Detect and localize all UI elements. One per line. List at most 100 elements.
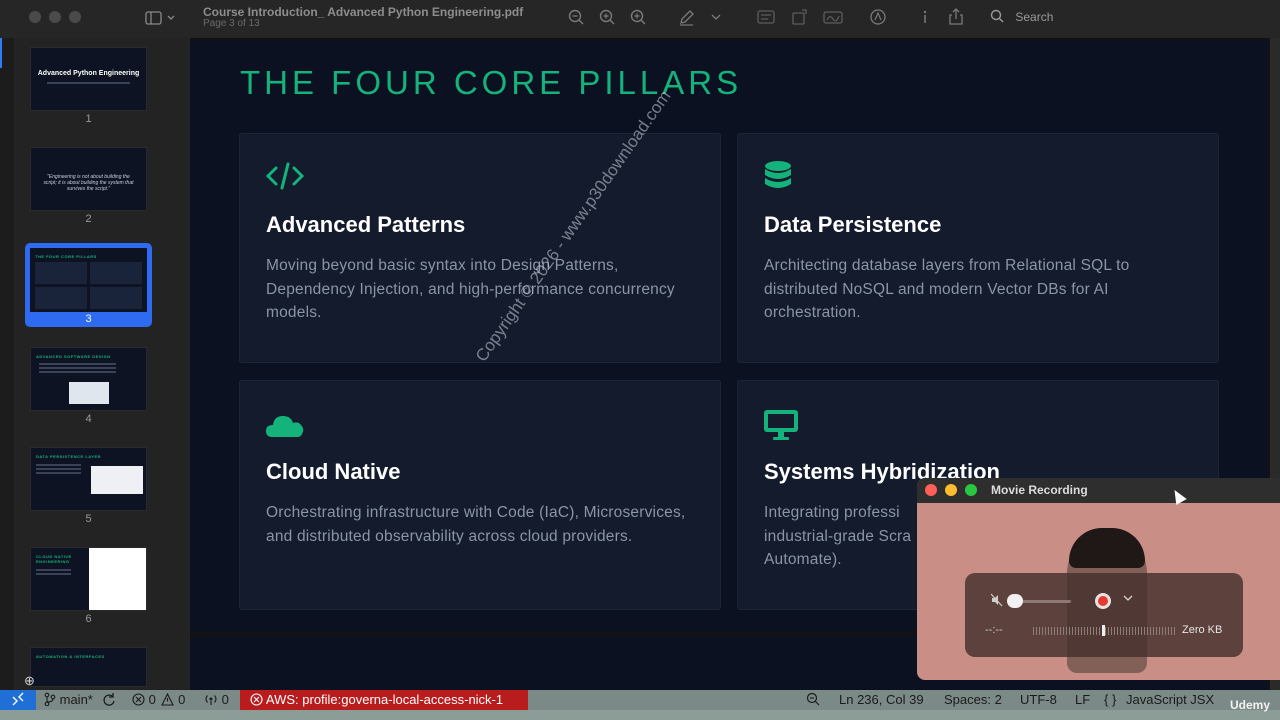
sync-button[interactable] [102, 692, 116, 708]
zoom-window-button[interactable] [69, 11, 81, 23]
thumbnail-number: 1 [85, 113, 92, 125]
thumbnail-page-4[interactable]: ADVANCED SOFTWARE DESIGN [30, 347, 147, 411]
git-branch-icon [44, 692, 56, 707]
title-bar: Course Introduction_ Advanced Python Eng… [0, 0, 1280, 38]
thumbnail-heading: DATA PERSISTENCE LAYER [36, 454, 102, 459]
thumbnail-line [36, 573, 71, 575]
markup-button[interactable] [676, 6, 696, 28]
thumbnail-card [35, 262, 87, 284]
zoom-out-icon [568, 9, 584, 25]
zoom-icon [806, 692, 820, 706]
thumbnail-page-6[interactable]: CLOUD NATIVE ENGINEERING [30, 547, 147, 611]
card-body: Orchestrating infrastructure with Code (… [266, 504, 686, 545]
aws-profile-label: AWS: profile:governa-local-access-nick-1 [265, 692, 504, 707]
card-body: Moving beyond basic syntax into Design P… [266, 257, 675, 321]
search-label: Search [1015, 10, 1054, 24]
language-mode[interactable]: JavaScript JSX [1126, 692, 1214, 708]
thumbnail-preview: THE FOUR CORE PILLARS [30, 248, 147, 312]
recording-size: Zero KB [1182, 624, 1223, 636]
close-window-button[interactable] [29, 11, 41, 23]
rotate-button[interactable] [790, 6, 810, 28]
thumbnail-card [90, 262, 142, 284]
thumbnail-number: 3 [85, 313, 92, 325]
chevron-down-icon [1123, 595, 1133, 601]
braces-indicator[interactable]: { } [1104, 692, 1116, 708]
card-body: Integrating professi industrial-grade Sc… [764, 504, 912, 568]
error-icon [132, 693, 145, 706]
pen-icon [680, 10, 694, 26]
cursor-position[interactable]: Ln 236, Col 39 [839, 692, 924, 708]
card-body: Architecting database layers from Relati… [764, 257, 1130, 321]
annotate-button[interactable] [868, 6, 888, 28]
recording-time: --:-- [985, 624, 1003, 636]
pillar-card-cloud-native: Cloud Native Orchestrating infrastructur… [239, 380, 721, 610]
screen: Course Introduction_ Advanced Python Eng… [0, 0, 1280, 720]
card-title: Advanced Patterns [266, 212, 466, 237]
remote-indicator[interactable] [0, 690, 36, 710]
thumbnail-number: 6 [85, 613, 92, 625]
rotate-icon [792, 9, 807, 25]
add-circle-icon[interactable]: ⊕ [24, 673, 35, 689]
markup-menu-button[interactable] [708, 6, 724, 28]
info-button[interactable] [916, 6, 934, 28]
ports-count: 0 [221, 692, 229, 707]
record-icon [1098, 596, 1108, 606]
thumbnail-page-7[interactable]: AUTOMATION & INTERFACES [30, 647, 147, 687]
cloud-icon [266, 407, 306, 441]
thumbnail-card [35, 287, 87, 309]
movie-minimize-button[interactable] [945, 484, 957, 496]
signature-button[interactable] [822, 6, 844, 28]
thumbnail-page-5[interactable]: DATA PERSISTENCE LAYER [30, 447, 147, 511]
thumbnail-line [39, 363, 116, 365]
search-icon [990, 9, 1004, 23]
zoom-out-button[interactable] [566, 6, 586, 28]
thumbnail-page-1[interactable]: Advanced Python Engineering [30, 47, 147, 111]
problems-indicator[interactable]: 0 0 [132, 692, 185, 708]
card-title: Cloud Native [266, 459, 401, 484]
encoding-setting[interactable]: UTF-8 [1020, 692, 1057, 708]
thumbnail-line [36, 468, 81, 470]
recording-controls: --:-- Zero KB [965, 573, 1243, 657]
minimize-window-button[interactable] [49, 11, 61, 23]
card-title: Data Persistence [764, 212, 942, 237]
zoom-in-button[interactable] [597, 6, 617, 28]
zoom-icon [630, 9, 646, 25]
thumbnail-card [90, 287, 142, 309]
thumbnail-heading: THE FOUR CORE PILLARS [35, 254, 97, 259]
indentation-setting[interactable]: Spaces: 2 [944, 692, 1002, 708]
thumbnail-number: 2 [85, 213, 92, 225]
volume-slider-knob[interactable] [1007, 594, 1023, 608]
movie-close-button[interactable] [925, 484, 937, 496]
movie-zoom-button[interactable] [965, 484, 977, 496]
movie-title-bar[interactable]: Movie Recording [917, 478, 1280, 503]
line-ending-setting[interactable]: LF [1075, 692, 1090, 708]
thumbnail-line [36, 464, 81, 466]
document-title: Course Introduction_ Advanced Python Eng… [203, 5, 524, 19]
thumbnail-line [39, 371, 116, 373]
thumbnail-page-3-selected[interactable]: THE FOUR CORE PILLARS 3 [25, 243, 152, 327]
thumbnail-quote: "Engineering is not about building the s… [43, 174, 134, 192]
thumbnail-number: 4 [85, 413, 92, 425]
warning-icon [161, 692, 175, 706]
thumbnail-heading: CLOUD NATIVE ENGINEERING [36, 554, 72, 564]
zoom-status-button[interactable] [806, 692, 820, 708]
share-button[interactable] [946, 6, 966, 28]
code-icon [265, 160, 306, 194]
thumbnail-page-2[interactable]: "Engineering is not about building the s… [30, 147, 147, 211]
highlight-button[interactable] [756, 6, 776, 28]
movie-recording-window[interactable]: Movie Recording --:-- Zero KB [917, 478, 1280, 680]
error-count: 0 [148, 692, 156, 707]
sidebar-toggle-button[interactable] [144, 8, 180, 28]
thumbnail-image [91, 466, 143, 494]
share-icon [949, 8, 963, 25]
branch-indicator[interactable]: main* [44, 692, 93, 708]
gutter-accent [0, 38, 2, 68]
ports-indicator[interactable]: 0 [204, 692, 229, 708]
pillar-card-data-persistence: Data Persistence Architecting database l… [737, 133, 1219, 363]
search-field[interactable]: Search [982, 5, 1252, 29]
thumbnail-heading: AUTOMATION & INTERFACES [36, 654, 105, 659]
aws-profile-indicator[interactable]: AWS: profile:governa-local-access-nick-1 [240, 690, 528, 710]
recording-options-button[interactable] [1123, 593, 1133, 606]
mute-icon[interactable] [990, 593, 1003, 610]
zoom-fit-button[interactable] [628, 6, 648, 28]
